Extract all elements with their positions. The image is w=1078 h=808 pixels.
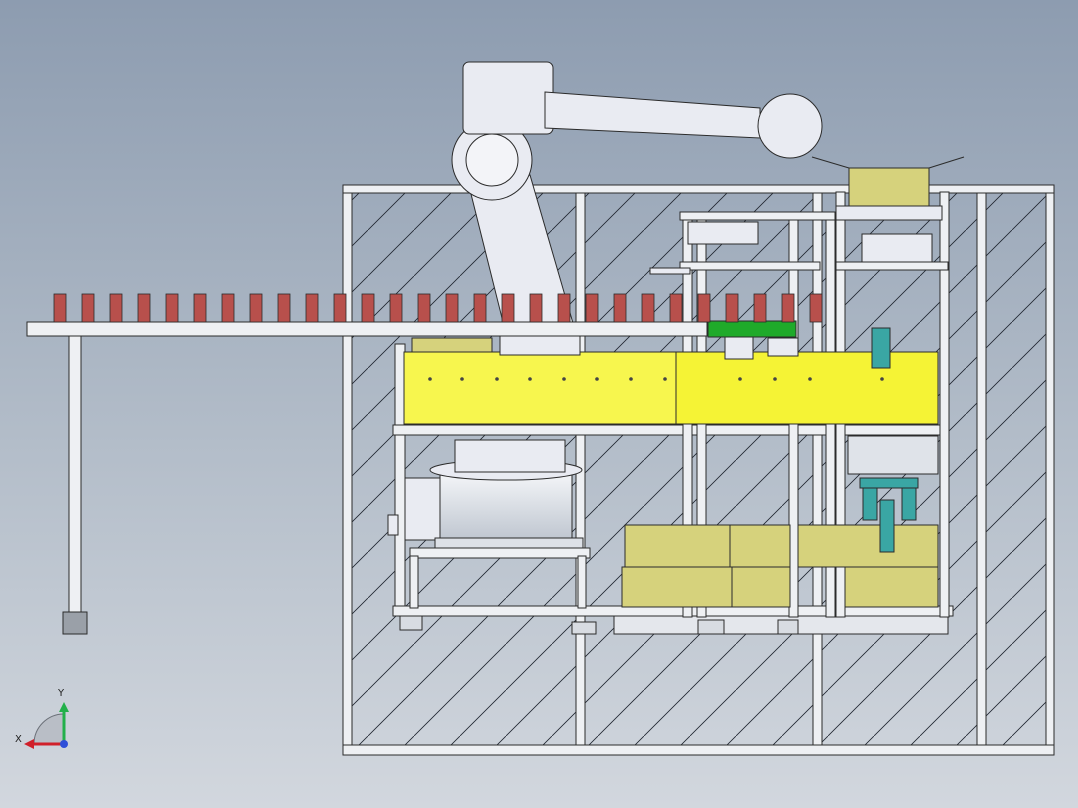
bolt-hole [808, 377, 812, 381]
conveyor-product [277, 293, 291, 323]
bolt-hole [629, 377, 633, 381]
conveyor-product [669, 293, 683, 323]
conveyor-product [305, 293, 319, 323]
conveyor-product [249, 293, 263, 323]
bolt-hole [880, 377, 884, 381]
yellow-beam [403, 351, 939, 425]
conveyor-product [753, 293, 767, 323]
cad-drawing [24, 61, 1055, 756]
conveyor-product [137, 293, 151, 323]
conveyor-product [165, 293, 179, 323]
conveyor-product [445, 293, 459, 323]
bolt-hole [663, 377, 667, 381]
conveyor-product [613, 293, 627, 323]
conveyor-product [417, 293, 431, 323]
conveyor-product [557, 293, 571, 323]
conveyor-product [725, 293, 739, 323]
conveyor-product [809, 293, 823, 323]
conveyor-product [193, 293, 207, 323]
conveyor-product [529, 293, 543, 323]
conveyor-product [333, 293, 347, 323]
conveyor-product [501, 293, 515, 323]
conveyor-product [473, 293, 487, 323]
conveyor-product [781, 293, 795, 323]
cad-viewport[interactable]: Y X [0, 0, 1078, 808]
conveyor-product [221, 293, 235, 323]
x-axis-label: X [15, 734, 22, 745]
coordinate-triad [24, 702, 69, 749]
conveyor-product [389, 293, 403, 323]
conveyor-product [585, 293, 599, 323]
conveyor-product [697, 293, 711, 323]
bolt-hole [738, 377, 742, 381]
conveyor-product [109, 293, 123, 323]
bolt-hole [495, 377, 499, 381]
bolt-hole [528, 377, 532, 381]
bolt-hole [773, 377, 777, 381]
bolt-hole [595, 377, 599, 381]
bolt-hole [562, 377, 566, 381]
conveyor-product [361, 293, 375, 323]
bolt-hole [428, 377, 432, 381]
conveyor-product [641, 293, 655, 323]
conveyor-product [81, 293, 95, 323]
bolt-hole [460, 377, 464, 381]
conveyor-product [53, 293, 67, 323]
y-axis-label: Y [58, 688, 65, 699]
